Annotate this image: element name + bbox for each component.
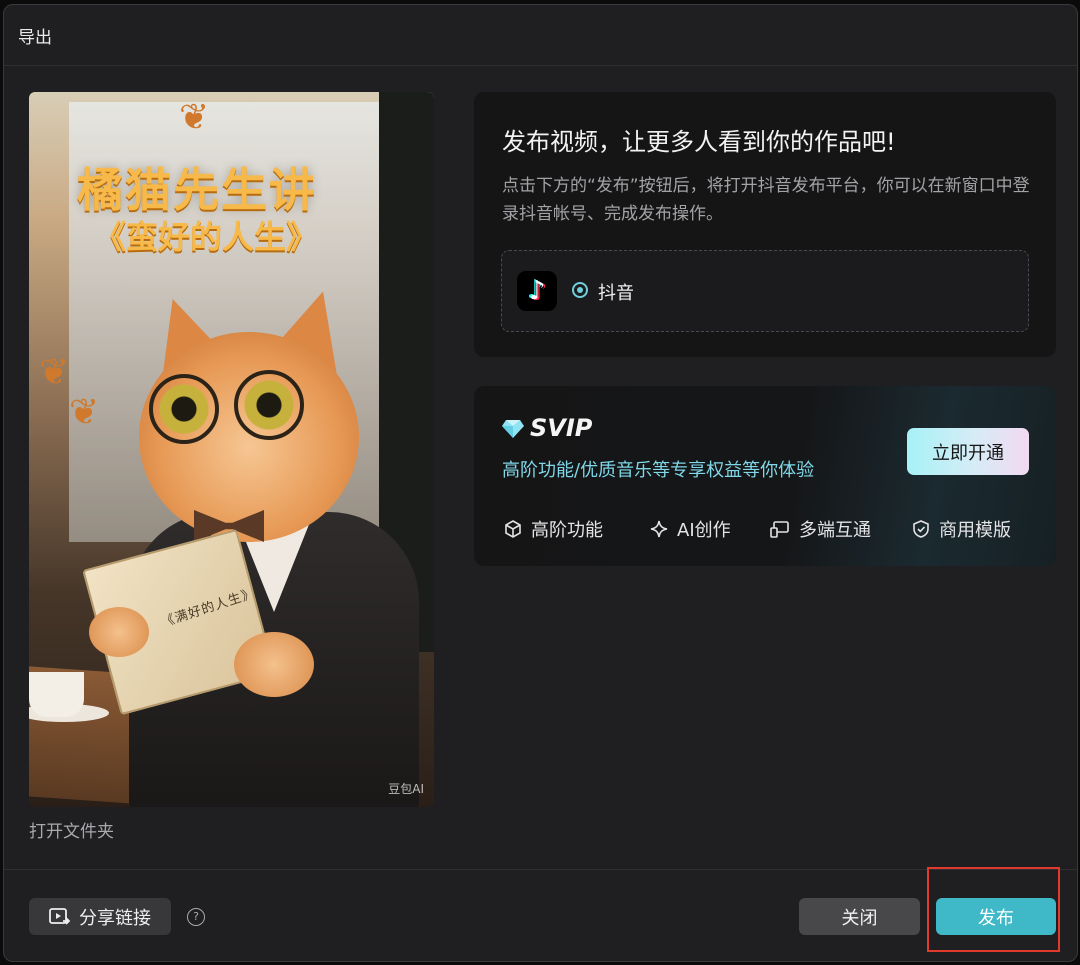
publish-card: 发布视频，让更多人看到你的作品吧! 点击下方的“发布”按钮后，将打开抖音发布平台… bbox=[474, 92, 1056, 357]
diamond-icon bbox=[502, 420, 524, 438]
cat-glasses-lens bbox=[149, 374, 219, 444]
devices-icon bbox=[770, 521, 789, 538]
platform-name: 抖音 bbox=[598, 283, 634, 304]
question-icon[interactable]: ? bbox=[187, 908, 205, 926]
cat-paw bbox=[89, 607, 149, 657]
feature-label: AI创作 bbox=[677, 520, 731, 541]
open-folder-link[interactable]: 打开文件夹 bbox=[29, 817, 114, 842]
leaf-icon: ❦ bbox=[179, 97, 210, 138]
shield-check-icon bbox=[913, 520, 929, 538]
poster-headline: 橘猫先生讲 bbox=[77, 163, 317, 217]
dialog-title: 导出 bbox=[18, 28, 52, 48]
poster-watermark: 豆包AI bbox=[388, 782, 424, 796]
publish-description: 点击下方的“发布”按钮后，将打开抖音发布平台，你可以在新窗口中登录抖音帐号、完成… bbox=[502, 176, 1030, 224]
leaf-icon: ❦ bbox=[39, 352, 70, 393]
feature-label: 商用模版 bbox=[939, 520, 1011, 541]
publish-button[interactable]: 发布 bbox=[936, 898, 1056, 935]
feature-ai-create: AI创作 bbox=[650, 516, 731, 542]
douyin-logo-icon: ♪ bbox=[517, 271, 557, 311]
cat-paw bbox=[234, 632, 314, 697]
svip-description: 高阶功能/优质音乐等专享权益等你体验 bbox=[502, 460, 815, 481]
leaf-icon: ❦ bbox=[69, 392, 100, 433]
close-button[interactable]: 关闭 bbox=[799, 898, 920, 935]
footer-divider bbox=[4, 869, 1077, 870]
poster-cup bbox=[29, 672, 84, 717]
svip-card: SVIP 高阶功能/优质音乐等专享权益等你体验 立即开通 高阶功能 AI创作 多… bbox=[474, 386, 1056, 566]
feature-advanced: 高阶功能 bbox=[504, 516, 603, 542]
dialog-titlebar: 导出 bbox=[4, 5, 1077, 66]
sparkle-icon bbox=[650, 520, 668, 538]
feature-commercial-template: 商用模版 bbox=[912, 516, 1011, 542]
cat-glasses-lens bbox=[234, 370, 304, 440]
poster-subline: 《蛮好的人生》 bbox=[94, 218, 319, 256]
feature-multi-device: 多端互通 bbox=[770, 516, 871, 542]
share-video-icon bbox=[49, 907, 71, 925]
share-link-label: 分享链接 bbox=[79, 907, 151, 929]
cube-icon bbox=[505, 520, 521, 538]
activate-svip-button[interactable]: 立即开通 bbox=[907, 428, 1029, 475]
share-link-button[interactable]: 分享链接 bbox=[29, 898, 171, 935]
publish-heading: 发布视频，让更多人看到你的作品吧! bbox=[502, 128, 896, 156]
feature-label: 高阶功能 bbox=[531, 520, 603, 541]
platform-option-douyin[interactable]: ♪ 抖音 bbox=[501, 250, 1029, 332]
feature-label: 多端互通 bbox=[799, 520, 871, 541]
svip-label: SVIP bbox=[530, 414, 593, 442]
platform-radio[interactable] bbox=[572, 282, 588, 298]
export-dialog: 导出 ❦ ❦ ❦ 《满好的人生》 橘猫先生讲 《蛮好的人生》 豆包AI 打开文件… bbox=[3, 4, 1078, 962]
cover-preview: ❦ ❦ ❦ 《满好的人生》 橘猫先生讲 《蛮好的人生》 豆包AI bbox=[29, 92, 434, 807]
